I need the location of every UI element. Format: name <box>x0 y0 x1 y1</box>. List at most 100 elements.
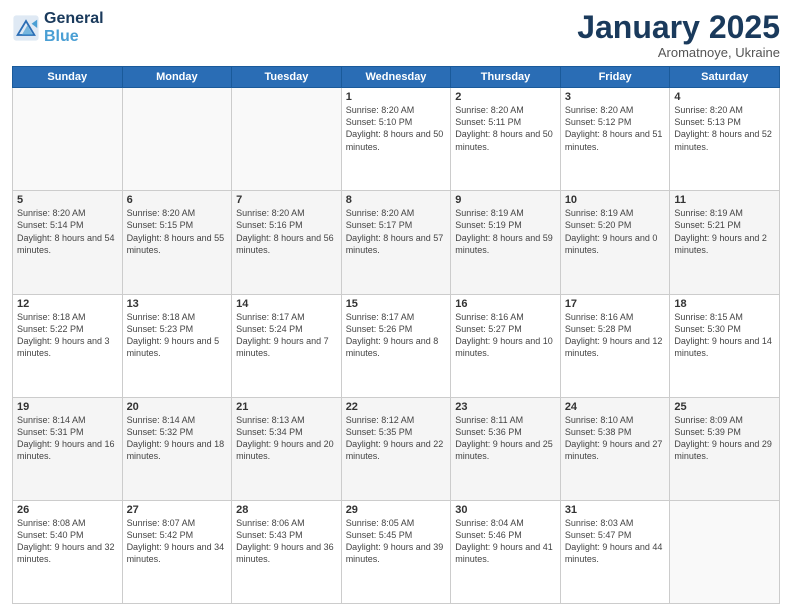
sunset-text: Sunset: 5:13 PM <box>674 117 741 127</box>
day-info: Sunrise: 8:20 AM Sunset: 5:12 PM Dayligh… <box>565 104 666 153</box>
calendar-week-row: 12 Sunrise: 8:18 AM Sunset: 5:22 PM Dayl… <box>13 294 780 397</box>
daylight-text: Daylight: 9 hours and 16 minutes. <box>17 439 115 461</box>
day-number: 1 <box>346 91 447 103</box>
calendar-week-row: 19 Sunrise: 8:14 AM Sunset: 5:31 PM Dayl… <box>13 397 780 500</box>
sunset-text: Sunset: 5:35 PM <box>346 427 413 437</box>
sunrise-text: Sunrise: 8:17 AM <box>346 312 415 322</box>
page-header: General Blue January 2025 Aromatnoye, Uk… <box>12 10 780 60</box>
daylight-text: Daylight: 9 hours and 20 minutes. <box>236 439 334 461</box>
day-number: 22 <box>346 401 447 413</box>
sunset-text: Sunset: 5:40 PM <box>17 530 84 540</box>
day-info: Sunrise: 8:20 AM Sunset: 5:13 PM Dayligh… <box>674 104 775 153</box>
day-number: 29 <box>346 504 447 516</box>
day-info: Sunrise: 8:09 AM Sunset: 5:39 PM Dayligh… <box>674 414 775 463</box>
logo-icon <box>12 14 40 42</box>
sunset-text: Sunset: 5:20 PM <box>565 220 632 230</box>
daylight-text: Daylight: 9 hours and 25 minutes. <box>455 439 553 461</box>
calendar-cell: 24 Sunrise: 8:10 AM Sunset: 5:38 PM Dayl… <box>560 397 670 500</box>
sunrise-text: Sunrise: 8:16 AM <box>455 312 524 322</box>
sunset-text: Sunset: 5:16 PM <box>236 220 303 230</box>
daylight-text: Daylight: 9 hours and 41 minutes. <box>455 542 553 564</box>
day-number: 11 <box>674 194 775 206</box>
month-title: January 2025 <box>577 10 780 45</box>
calendar-cell: 10 Sunrise: 8:19 AM Sunset: 5:20 PM Dayl… <box>560 191 670 294</box>
calendar-cell: 11 Sunrise: 8:19 AM Sunset: 5:21 PM Dayl… <box>670 191 780 294</box>
calendar-cell <box>670 500 780 603</box>
calendar-cell <box>13 88 123 191</box>
day-info: Sunrise: 8:14 AM Sunset: 5:31 PM Dayligh… <box>17 414 118 463</box>
day-number: 21 <box>236 401 337 413</box>
daylight-text: Daylight: 8 hours and 52 minutes. <box>674 129 772 151</box>
day-info: Sunrise: 8:15 AM Sunset: 5:30 PM Dayligh… <box>674 311 775 360</box>
calendar-cell: 4 Sunrise: 8:20 AM Sunset: 5:13 PM Dayli… <box>670 88 780 191</box>
daylight-text: Daylight: 8 hours and 54 minutes. <box>17 233 115 255</box>
day-info: Sunrise: 8:17 AM Sunset: 5:26 PM Dayligh… <box>346 311 447 360</box>
sunset-text: Sunset: 5:45 PM <box>346 530 413 540</box>
day-number: 28 <box>236 504 337 516</box>
calendar-week-row: 5 Sunrise: 8:20 AM Sunset: 5:14 PM Dayli… <box>13 191 780 294</box>
day-number: 3 <box>565 91 666 103</box>
daylight-text: Daylight: 9 hours and 36 minutes. <box>236 542 334 564</box>
daylight-text: Daylight: 8 hours and 57 minutes. <box>346 233 444 255</box>
sunset-text: Sunset: 5:31 PM <box>17 427 84 437</box>
calendar-cell: 29 Sunrise: 8:05 AM Sunset: 5:45 PM Dayl… <box>341 500 451 603</box>
calendar-cell: 23 Sunrise: 8:11 AM Sunset: 5:36 PM Dayl… <box>451 397 561 500</box>
sunset-text: Sunset: 5:30 PM <box>674 324 741 334</box>
calendar-cell: 19 Sunrise: 8:14 AM Sunset: 5:31 PM Dayl… <box>13 397 123 500</box>
sunrise-text: Sunrise: 8:13 AM <box>236 415 305 425</box>
sunset-text: Sunset: 5:15 PM <box>127 220 194 230</box>
page-container: General Blue January 2025 Aromatnoye, Uk… <box>0 0 792 612</box>
day-info: Sunrise: 8:20 AM Sunset: 5:10 PM Dayligh… <box>346 104 447 153</box>
calendar-cell: 13 Sunrise: 8:18 AM Sunset: 5:23 PM Dayl… <box>122 294 232 397</box>
day-number: 16 <box>455 298 556 310</box>
sunset-text: Sunset: 5:22 PM <box>17 324 84 334</box>
calendar-cell: 31 Sunrise: 8:03 AM Sunset: 5:47 PM Dayl… <box>560 500 670 603</box>
day-number: 17 <box>565 298 666 310</box>
daylight-text: Daylight: 9 hours and 29 minutes. <box>674 439 772 461</box>
day-info: Sunrise: 8:16 AM Sunset: 5:28 PM Dayligh… <box>565 311 666 360</box>
sunset-text: Sunset: 5:14 PM <box>17 220 84 230</box>
daylight-text: Daylight: 9 hours and 44 minutes. <box>565 542 663 564</box>
day-info: Sunrise: 8:17 AM Sunset: 5:24 PM Dayligh… <box>236 311 337 360</box>
daylight-text: Daylight: 9 hours and 39 minutes. <box>346 542 444 564</box>
day-info: Sunrise: 8:06 AM Sunset: 5:43 PM Dayligh… <box>236 517 337 566</box>
calendar-cell <box>122 88 232 191</box>
sunset-text: Sunset: 5:38 PM <box>565 427 632 437</box>
sunrise-text: Sunrise: 8:19 AM <box>674 208 743 218</box>
day-info: Sunrise: 8:13 AM Sunset: 5:34 PM Dayligh… <box>236 414 337 463</box>
weekday-header: Tuesday <box>232 67 342 88</box>
calendar-cell: 5 Sunrise: 8:20 AM Sunset: 5:14 PM Dayli… <box>13 191 123 294</box>
weekday-header: Thursday <box>451 67 561 88</box>
day-number: 26 <box>17 504 118 516</box>
daylight-text: Daylight: 8 hours and 56 minutes. <box>236 233 334 255</box>
day-number: 9 <box>455 194 556 206</box>
day-info: Sunrise: 8:20 AM Sunset: 5:14 PM Dayligh… <box>17 207 118 256</box>
calendar-cell: 21 Sunrise: 8:13 AM Sunset: 5:34 PM Dayl… <box>232 397 342 500</box>
day-info: Sunrise: 8:19 AM Sunset: 5:20 PM Dayligh… <box>565 207 666 256</box>
sunset-text: Sunset: 5:46 PM <box>455 530 522 540</box>
day-info: Sunrise: 8:08 AM Sunset: 5:40 PM Dayligh… <box>17 517 118 566</box>
sunrise-text: Sunrise: 8:03 AM <box>565 518 634 528</box>
calendar-cell: 25 Sunrise: 8:09 AM Sunset: 5:39 PM Dayl… <box>670 397 780 500</box>
daylight-text: Daylight: 9 hours and 34 minutes. <box>127 542 225 564</box>
sunrise-text: Sunrise: 8:07 AM <box>127 518 196 528</box>
day-info: Sunrise: 8:12 AM Sunset: 5:35 PM Dayligh… <box>346 414 447 463</box>
sunset-text: Sunset: 5:17 PM <box>346 220 413 230</box>
weekday-header: Saturday <box>670 67 780 88</box>
day-info: Sunrise: 8:03 AM Sunset: 5:47 PM Dayligh… <box>565 517 666 566</box>
sunrise-text: Sunrise: 8:20 AM <box>346 105 415 115</box>
daylight-text: Daylight: 9 hours and 8 minutes. <box>346 336 439 358</box>
calendar-cell: 2 Sunrise: 8:20 AM Sunset: 5:11 PM Dayli… <box>451 88 561 191</box>
day-number: 12 <box>17 298 118 310</box>
calendar-cell: 18 Sunrise: 8:15 AM Sunset: 5:30 PM Dayl… <box>670 294 780 397</box>
day-number: 10 <box>565 194 666 206</box>
day-info: Sunrise: 8:20 AM Sunset: 5:15 PM Dayligh… <box>127 207 228 256</box>
sunset-text: Sunset: 5:24 PM <box>236 324 303 334</box>
sunrise-text: Sunrise: 8:04 AM <box>455 518 524 528</box>
day-number: 14 <box>236 298 337 310</box>
location-subtitle: Aromatnoye, Ukraine <box>577 45 780 60</box>
calendar-week-row: 26 Sunrise: 8:08 AM Sunset: 5:40 PM Dayl… <box>13 500 780 603</box>
calendar-cell: 26 Sunrise: 8:08 AM Sunset: 5:40 PM Dayl… <box>13 500 123 603</box>
day-info: Sunrise: 8:11 AM Sunset: 5:36 PM Dayligh… <box>455 414 556 463</box>
day-number: 13 <box>127 298 228 310</box>
